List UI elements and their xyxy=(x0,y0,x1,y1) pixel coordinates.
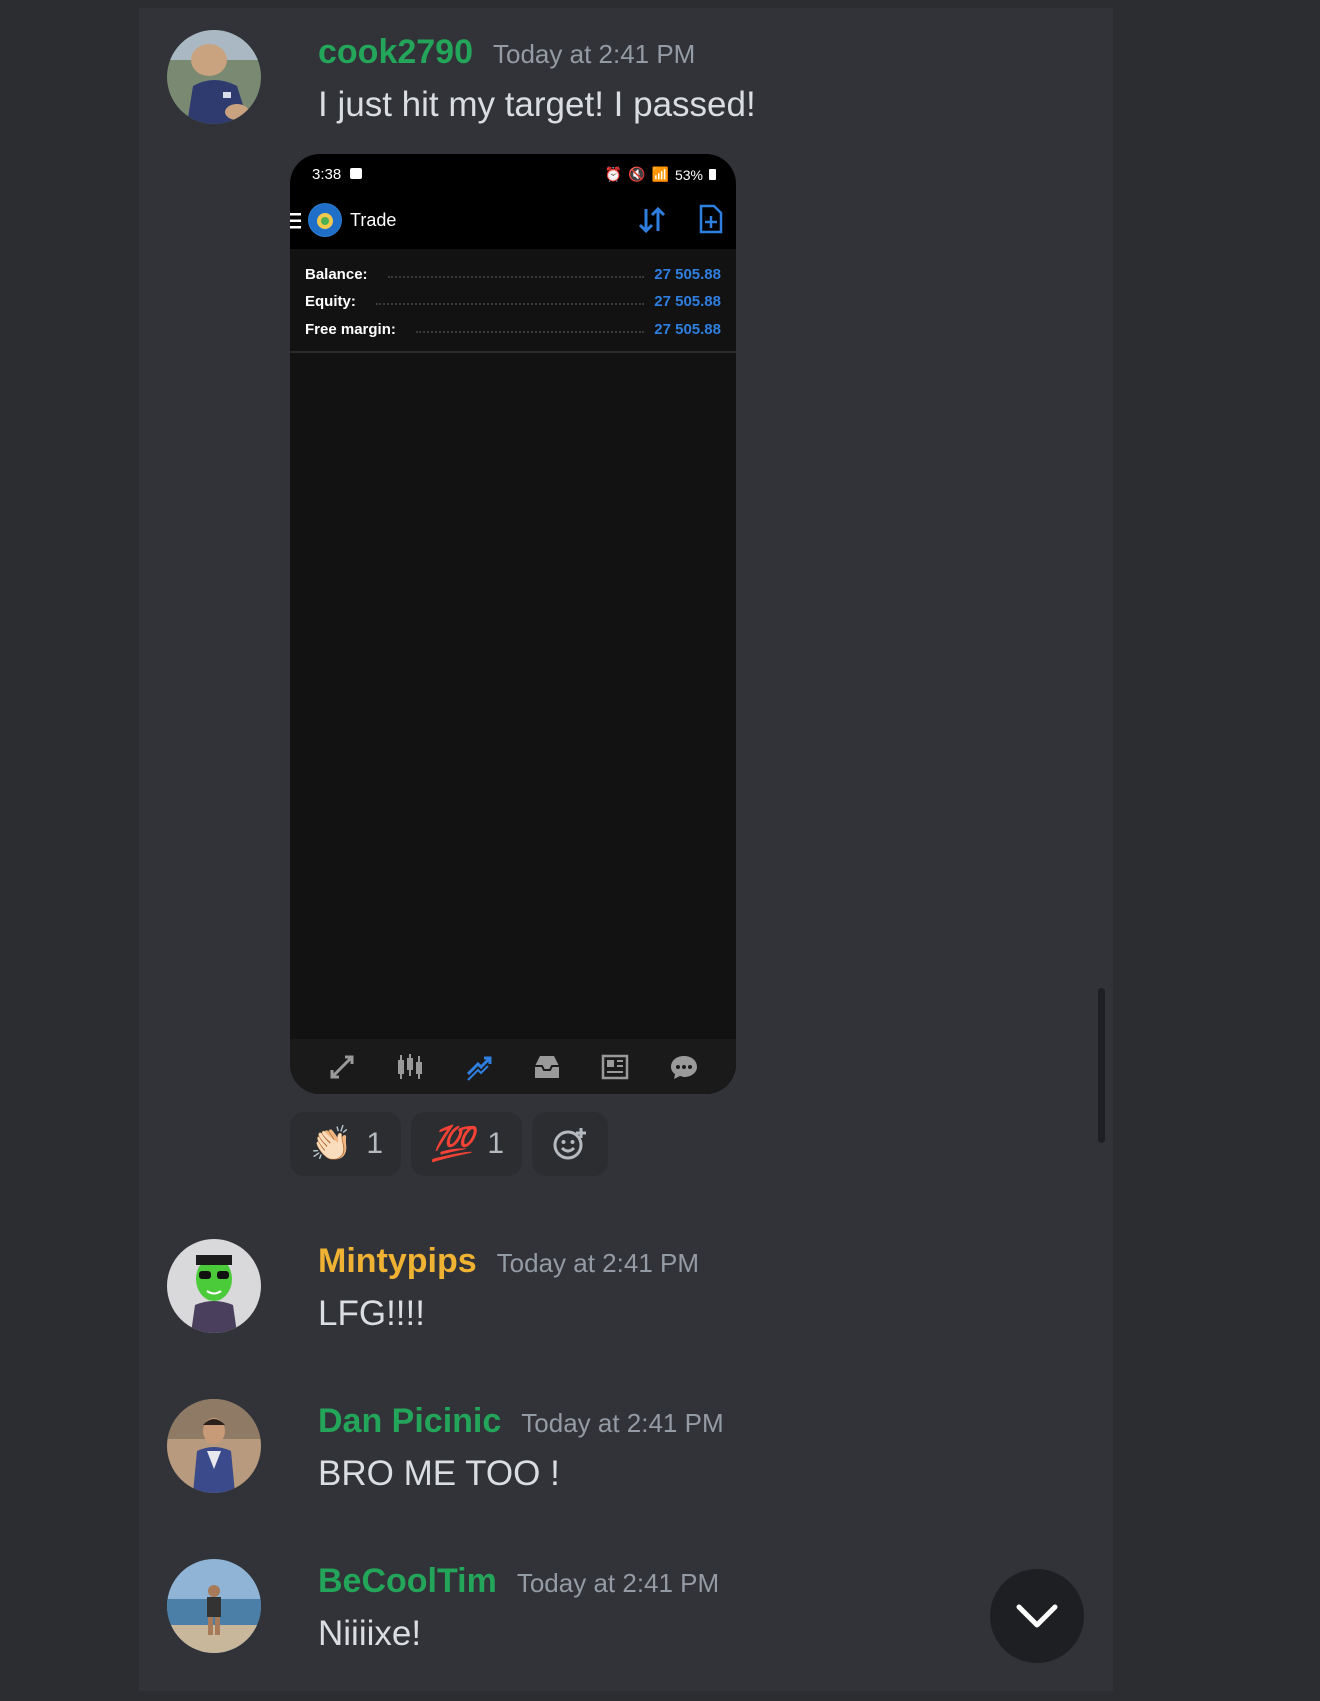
avatar[interactable] xyxy=(167,30,261,124)
reaction-count: 1 xyxy=(487,1127,505,1160)
chart-icon xyxy=(398,1053,423,1079)
message-text: LFG!!!! xyxy=(318,1294,425,1333)
timestamp[interactable]: Today at 2:41 PM xyxy=(521,1408,723,1439)
account-label: Free margin: xyxy=(305,320,396,338)
phone-bottom-nav xyxy=(290,1039,736,1094)
chat-messages-panel: cook2790 Today at 2:41 PM I just hit my … xyxy=(139,8,1113,1691)
account-row-equity: Equity: 27 505.88 xyxy=(305,289,721,313)
phone-status-bar: 3:38 ⏰ 🔇 📶 53% xyxy=(290,154,736,194)
username[interactable]: Dan Picinic xyxy=(318,1399,501,1443)
new-order-icon xyxy=(699,204,723,234)
message-text: I just hit my target! I passed! xyxy=(318,85,756,124)
add-reaction-button[interactable] xyxy=(532,1112,609,1176)
news-icon xyxy=(602,1054,629,1079)
reaction-hundred-points[interactable]: 💯 1 xyxy=(411,1112,523,1176)
gallery-icon xyxy=(350,168,362,179)
clapping-hands-icon: 👏🏻 xyxy=(310,1125,353,1163)
reaction-clapping-hands[interactable]: 👏🏻 1 xyxy=(290,1112,402,1176)
history-icon xyxy=(535,1055,560,1078)
image-attachment[interactable]: 3:38 ⏰ 🔇 📶 53% Trade Balance: 27 505.88 … xyxy=(290,154,736,1094)
avatar[interactable] xyxy=(167,1399,261,1493)
trade-list-empty xyxy=(290,353,736,1039)
reaction-count: 1 xyxy=(366,1127,384,1160)
username[interactable]: BeCoolTim xyxy=(318,1559,497,1603)
account-value: 27 505.88 xyxy=(654,292,721,310)
message-content: BeCoolTim Today at 2:41 PM Niiiixe! xyxy=(318,1559,1018,1657)
message-text: BRO ME TOO ! xyxy=(318,1454,560,1493)
menu-icon xyxy=(290,213,301,229)
top-edge xyxy=(139,0,1113,8)
battery-level: 53% xyxy=(674,166,703,183)
timestamp[interactable]: Today at 2:41 PM xyxy=(497,1248,699,1279)
username[interactable]: Mintypips xyxy=(318,1239,477,1283)
account-summary: Balance: 27 505.88 Equity: 27 505.88 Fre… xyxy=(290,249,736,353)
account-value: 27 505.88 xyxy=(654,265,721,283)
message-content: Mintypips Today at 2:41 PM LFG!!!! xyxy=(318,1239,1018,1337)
timestamp[interactable]: Today at 2:41 PM xyxy=(517,1568,719,1599)
timestamp[interactable]: Today at 2:41 PM xyxy=(493,39,695,70)
account-row-balance: Balance: 27 505.88 xyxy=(305,262,721,286)
account-value: 27 505.88 xyxy=(654,320,721,338)
trade-icon xyxy=(466,1056,492,1081)
reactions-bar: 👏🏻 1 💯 1 xyxy=(290,1112,609,1176)
app-title: Trade xyxy=(350,210,397,230)
message-content: Dan Picinic Today at 2:41 PM BRO ME TOO … xyxy=(318,1399,1018,1497)
wifi-icon: 📶 xyxy=(651,166,669,182)
message-text: Niiiixe! xyxy=(318,1614,422,1653)
account-row-free-margin: Free margin: 27 505.88 xyxy=(305,317,721,341)
account-label: Equity: xyxy=(305,292,356,310)
quotes-icon xyxy=(330,1055,354,1078)
avatar[interactable] xyxy=(167,1559,261,1653)
app-bar: Trade xyxy=(290,196,736,246)
alarm-icon: ⏰ xyxy=(604,166,623,182)
mute-icon: 🔇 xyxy=(628,166,646,182)
account-label: Balance: xyxy=(305,265,368,283)
avatar[interactable] xyxy=(167,1239,261,1333)
status-icons: ⏰ 🔇 📶 53% xyxy=(605,166,716,183)
chevron-down-icon xyxy=(1016,1604,1058,1628)
add-reaction-icon xyxy=(553,1128,587,1160)
message-content: cook2790 Today at 2:41 PM I just hit my … xyxy=(318,30,1018,128)
status-time: 3:38 xyxy=(312,166,342,183)
app-logo xyxy=(308,203,342,237)
battery-icon xyxy=(709,169,716,180)
hundred-points-icon: 💯 xyxy=(431,1125,474,1163)
scrollbar-thumb[interactable] xyxy=(1098,988,1105,1143)
messages-icon xyxy=(670,1055,697,1079)
sort-icon xyxy=(638,206,666,234)
username[interactable]: cook2790 xyxy=(318,30,473,74)
jump-to-present-button[interactable] xyxy=(990,1569,1084,1663)
